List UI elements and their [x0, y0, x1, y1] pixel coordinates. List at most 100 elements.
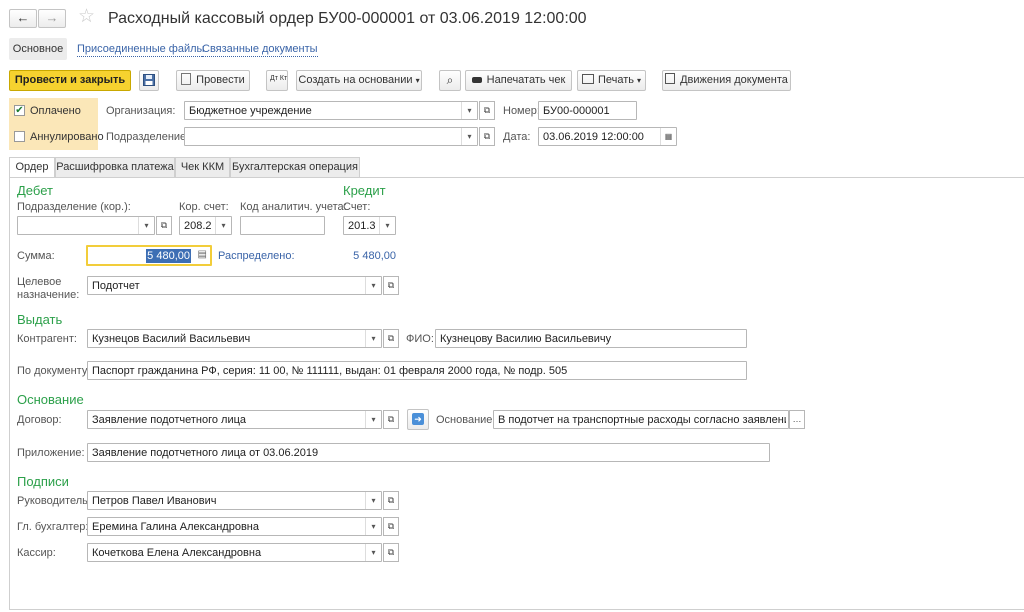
head-field[interactable]: Петров Павел Иванович ▾	[87, 491, 382, 510]
save-button[interactable]	[139, 70, 159, 91]
credit-account-label: Счет:	[343, 201, 371, 213]
sum-value: 5 480,00	[146, 249, 191, 263]
print-button[interactable]: Печать ▾	[577, 70, 646, 91]
window-title: Расходный кассовый ордер БУ00-000001 от …	[108, 10, 587, 27]
search-button[interactable]: ⌕	[439, 70, 461, 91]
attachment-label: Приложение:	[17, 447, 85, 459]
date-value: 03.06.2019 12:00:00	[543, 131, 644, 143]
open-organization-button[interactable]: ⧉	[479, 101, 495, 120]
reason-value: В подотчет на транспортные расходы согла…	[498, 414, 786, 426]
dropdown-arrow-icon[interactable]: ▾	[461, 128, 477, 145]
reason-field[interactable]: В подотчет на транспортные расходы согла…	[493, 410, 789, 429]
dropdown-arrow-icon[interactable]: ▾	[365, 518, 381, 535]
date-label: Дата:	[503, 131, 531, 143]
dropdown-arrow-icon[interactable]: ▾	[365, 277, 381, 294]
open-counterparty-button[interactable]: ⧉	[383, 329, 399, 348]
dropdown-arrow-icon[interactable]: ▾	[365, 544, 381, 561]
paid-checkbox[interactable]: ✔	[14, 105, 25, 116]
fio-value: Кузнецову Василию Васильевичу	[440, 333, 612, 345]
print-check-button[interactable]: Напечатать чек	[465, 70, 572, 91]
post-and-close-button[interactable]: Провести и закрыть	[9, 70, 131, 91]
open-department-button[interactable]: ⧉	[479, 127, 495, 146]
open-chief-accountant-button[interactable]: ⧉	[383, 517, 399, 536]
organization-field[interactable]: Бюджетное учреждение ▾	[184, 101, 478, 120]
sum-field[interactable]: 5 480,00 ▤	[86, 245, 212, 266]
calculator-icon[interactable]: ▤	[198, 249, 207, 260]
arrow-right-fill-icon: ➜	[412, 413, 424, 425]
paid-label: Оплачено	[30, 105, 81, 117]
dropdown-arrow-icon[interactable]: ▾	[365, 330, 381, 347]
basis-heading: Основание	[17, 392, 84, 407]
document-movements-button[interactable]: Движения документа	[662, 70, 791, 91]
open-debit-department-button[interactable]: ⧉	[156, 216, 172, 235]
tab-attached-files[interactable]: Присоединенные файлы	[77, 42, 205, 57]
dropdown-arrow-icon[interactable]: ▾	[138, 217, 154, 234]
dropdown-arrow-icon[interactable]: ▾	[365, 411, 381, 428]
purpose-label-line1: Целевое	[17, 276, 62, 288]
contract-value: Заявление подотчетного лица	[92, 414, 247, 426]
chief-accountant-value: Еремина Галина Александровна	[92, 521, 259, 533]
department-field[interactable]: ▾	[184, 127, 478, 146]
tab-payment-breakdown[interactable]: Расшифровка платежа	[55, 157, 175, 177]
fill-basis-button[interactable]: ➜	[407, 409, 429, 430]
contract-field[interactable]: Заявление подотчетного лица ▾	[87, 410, 382, 429]
annulled-checkbox[interactable]	[14, 131, 25, 142]
floppy-icon	[143, 74, 155, 86]
analytic-code-field[interactable]	[240, 216, 325, 235]
dropdown-arrow-icon[interactable]: ▾	[215, 217, 231, 234]
credit-account-field[interactable]: 201.34 ▾	[343, 216, 396, 235]
open-head-button[interactable]: ⧉	[383, 491, 399, 510]
distributed-label: Распределено:	[218, 250, 295, 262]
dt-kt-icon: Дт Кт	[270, 75, 288, 82]
counterparty-label: Контрагент:	[17, 333, 77, 345]
favorite-star-icon[interactable]: ☆	[78, 6, 95, 28]
organization-value: Бюджетное учреждение	[189, 105, 312, 117]
create-based-on-button[interactable]: Создать на основании ▾	[296, 70, 422, 91]
correspondent-account-field[interactable]: 208.22 ▾	[179, 216, 232, 235]
reason-more-button[interactable]: …	[789, 410, 805, 429]
print-check-label: Напечатать чек	[486, 74, 566, 86]
attachment-field[interactable]: Заявление подотчетного лица от 03.06.201…	[87, 443, 770, 462]
dt-kt-button[interactable]: Дт Кт	[266, 70, 288, 91]
debit-heading: Дебет	[17, 183, 53, 198]
open-cashier-button[interactable]: ⧉	[383, 543, 399, 562]
correspondent-account-value: 208.22	[184, 220, 211, 232]
analytic-code-label: Код аналитич. учета:	[240, 201, 347, 213]
calendar-icon[interactable]: ▦	[660, 128, 676, 145]
number-field[interactable]: БУ00-000001	[538, 101, 637, 120]
forward-button[interactable]: →	[38, 9, 66, 28]
contract-label: Договор:	[17, 414, 62, 426]
back-button[interactable]: ←	[9, 9, 37, 28]
tab-kkm-check[interactable]: Чек ККМ	[175, 157, 230, 177]
arrow-left-icon: ←	[16, 10, 30, 25]
cashier-value: Кочеткова Елена Александровна	[92, 547, 262, 559]
distributed-value: 5 480,00	[353, 250, 396, 262]
tab-accounting-operation[interactable]: Бухгалтерская операция	[230, 157, 360, 177]
chief-accountant-field[interactable]: Еремина Галина Александровна ▾	[87, 517, 382, 536]
tab-related-documents[interactable]: Связанные документы	[202, 42, 318, 57]
credit-account-value: 201.34	[348, 220, 375, 232]
debit-department-field[interactable]: ▾	[17, 216, 155, 235]
cashier-field[interactable]: Кочеткова Елена Александровна ▾	[87, 543, 382, 562]
tab-order[interactable]: Ордер	[9, 157, 55, 178]
counterparty-field[interactable]: Кузнецов Василий Васильевич ▾	[87, 329, 382, 348]
issue-heading: Выдать	[17, 312, 63, 327]
document-field[interactable]: Паспорт гражданина РФ, серия: 11 00, № 1…	[87, 361, 747, 380]
dropdown-arrow-icon[interactable]: ▾	[461, 102, 477, 119]
dropdown-arrow-icon[interactable]: ▾	[365, 492, 381, 509]
open-purpose-button[interactable]: ⧉	[383, 276, 399, 295]
reason-label: Основание:	[436, 414, 496, 426]
date-field[interactable]: 03.06.2019 12:00:00 ▦	[538, 127, 677, 146]
post-button[interactable]: Провести	[176, 70, 250, 91]
open-contract-button[interactable]: ⧉	[383, 410, 399, 429]
document-value: Паспорт гражданина РФ, серия: 11 00, № 1…	[92, 365, 568, 377]
fio-label: ФИО:	[406, 333, 434, 345]
purpose-value: Подотчет	[92, 280, 140, 292]
fio-field[interactable]: Кузнецову Василию Васильевичу	[435, 329, 747, 348]
counterparty-value: Кузнецов Василий Васильевич	[92, 333, 251, 345]
printer-icon	[581, 74, 594, 84]
purpose-field[interactable]: Подотчет ▾	[87, 276, 382, 295]
dropdown-arrow-icon[interactable]: ▾	[379, 217, 395, 234]
tab-main[interactable]: Основное	[9, 38, 67, 60]
debit-department-label: Подразделение (кор.):	[17, 201, 131, 213]
